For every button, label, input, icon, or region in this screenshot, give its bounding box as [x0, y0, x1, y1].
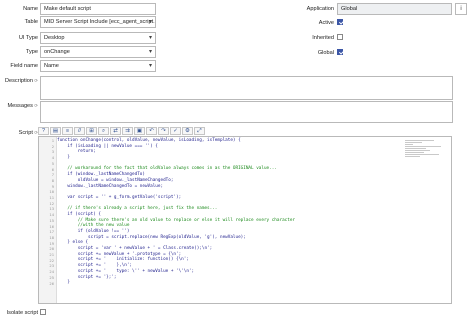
- line-number: 3: [51, 149, 54, 155]
- line-number: 14: [49, 212, 54, 218]
- line-number: 8: [51, 177, 54, 183]
- messages-label-text: Messages: [7, 103, 33, 109]
- line-number: 19: [49, 240, 54, 246]
- active-checkbox[interactable]: [337, 19, 343, 25]
- line-number: 5: [51, 160, 54, 166]
- line-number: 17: [49, 229, 54, 235]
- line-number: 7: [51, 172, 54, 178]
- translate-icon[interactable]: ⟳: [33, 103, 38, 108]
- line-number: 21: [49, 252, 54, 257]
- field-name-select[interactable]: Name: [40, 60, 156, 72]
- replace-icon[interactable]: ⇄: [110, 127, 121, 135]
- replace-all-icon[interactable]: ⇉: [122, 127, 133, 135]
- line-number: 9: [51, 183, 54, 189]
- line-number: 23: [49, 263, 54, 269]
- toggle-comment-icon[interactable]: //: [74, 127, 85, 135]
- save-icon[interactable]: ▣: [134, 127, 145, 135]
- line-number: 22: [49, 257, 54, 263]
- global-label: Global: [317, 50, 334, 56]
- line-number: 25: [49, 274, 54, 280]
- description-label-text: Description: [4, 78, 33, 84]
- description-label: Description ⟳: [5, 78, 38, 84]
- global-checkbox[interactable]: [337, 49, 343, 55]
- line-number: 26: [49, 280, 54, 286]
- line-number: 13: [49, 206, 54, 212]
- line-number: 12: [49, 200, 54, 206]
- info-icon[interactable]: i: [455, 3, 467, 15]
- inherited-checkbox[interactable]: [337, 34, 343, 40]
- name-input[interactable]: Make default script: [40, 3, 156, 15]
- type-label: Type: [25, 49, 38, 55]
- inherited-label: Inherited: [312, 35, 334, 41]
- table-select[interactable]: MID Server Script Include [ecc_agent_scr…: [40, 16, 156, 28]
- line-number: 2: [51, 143, 54, 149]
- script-toolbar: ? ▤ ≡//⊞ ⌕ ⇄ ⇉ ▣ ↶ ↷ ✓ ⚙ ⤢: [38, 127, 452, 136]
- isolate-script-checkbox[interactable]: [40, 309, 46, 315]
- line-number: 15: [49, 217, 54, 223]
- line-number: 18: [49, 234, 54, 240]
- line-number: 11: [49, 195, 54, 200]
- code-minimap[interactable]: [405, 140, 447, 160]
- code-line: }: [57, 280, 70, 286]
- insert-fields-icon[interactable]: ⊞: [86, 127, 97, 135]
- script-label-text: Script: [18, 130, 33, 136]
- type-select[interactable]: onChange: [40, 46, 156, 58]
- script-debugger-icon[interactable]: ⚙: [182, 127, 193, 135]
- active-label: Active: [318, 20, 334, 26]
- line-number-gutter: 1 2 3 4 5 6 7 8 9 10 11 12 13 14 15 16 17 18 19 20 21 22 23 24 2…: [39, 137, 57, 303]
- script-label: Script ⟳: [19, 130, 38, 136]
- script-search-icon[interactable]: ⌕: [98, 127, 109, 135]
- help-icon[interactable]: ?: [38, 127, 49, 135]
- line-number: 24: [49, 269, 54, 275]
- line-number: 4: [51, 155, 54, 161]
- ui-type-label: UI Type: [18, 35, 38, 41]
- isolate-script-label: Isolate script: [6, 310, 38, 316]
- messages-label: Messages ⟳: [7, 103, 38, 109]
- fullscreen-icon[interactable]: ⤢: [194, 127, 205, 135]
- ui-type-select[interactable]: Desktop: [40, 32, 156, 44]
- redo-icon[interactable]: ↷: [158, 127, 169, 135]
- name-label: Name: [23, 6, 38, 12]
- table-label: Table: [24, 19, 38, 25]
- translate-icon[interactable]: ⟳: [33, 78, 38, 83]
- script-editor[interactable]: 1 2 3 4 5 6 7 8 9 10 11 12 13 14 15 16 17 18 19 20 21 22 23 24 2…: [38, 136, 452, 304]
- code-area[interactable]: function onChange(control, oldValue, new…: [57, 138, 401, 303]
- syntax-check-icon[interactable]: ✓: [170, 127, 181, 135]
- format-icon[interactable]: ≡: [62, 127, 73, 135]
- messages-textarea[interactable]: [40, 101, 453, 123]
- undo-icon[interactable]: ↶: [146, 127, 157, 135]
- comment-icon[interactable]: ▤: [50, 127, 61, 135]
- line-number: 10: [49, 189, 54, 195]
- field-name-label: Field name: [10, 63, 38, 69]
- application-field: Global: [337, 3, 452, 15]
- line-number: 16: [49, 223, 54, 229]
- line-number: 20: [49, 246, 54, 252]
- application-label: Application: [306, 6, 334, 12]
- description-textarea[interactable]: [40, 76, 453, 100]
- line-number: 6: [51, 166, 54, 172]
- line-number: 1: [51, 138, 54, 143]
